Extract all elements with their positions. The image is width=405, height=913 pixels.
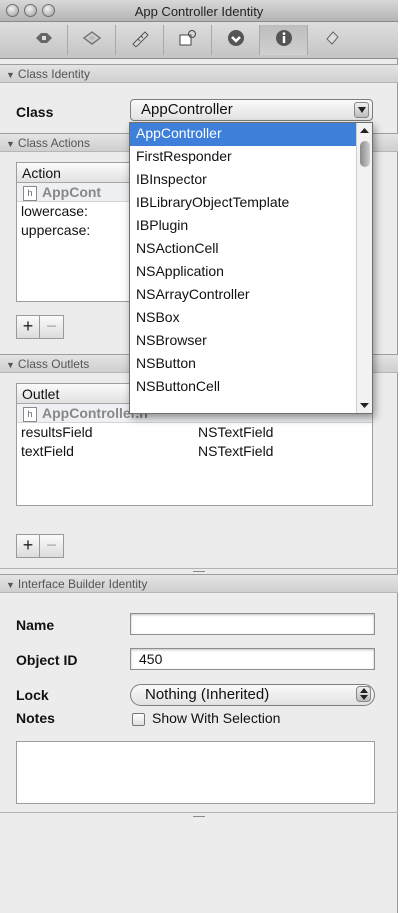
dropdown-item[interactable]: NSApplication [130, 261, 356, 284]
lock-popup-arrows [356, 686, 371, 702]
disclosure-triangle-icon: ▼ [6, 360, 15, 370]
scroll-up-icon [360, 128, 369, 133]
inspector-toolbar [0, 22, 398, 59]
dropdown-scrollbar[interactable] [356, 123, 372, 413]
lock-label: Lock [16, 687, 49, 703]
class-dropdown-list[interactable]: AppController FirstResponder IBInspector… [129, 122, 373, 414]
dropdown-scroll-thumb[interactable] [360, 141, 370, 167]
show-with-selection-checkbox[interactable] [132, 713, 145, 726]
inspector-window: App Controller Identity ▼ Class Identity… [0, 0, 398, 913]
object-id-label: Object ID [16, 652, 78, 668]
outlets-add-remove: + − [16, 534, 64, 558]
bindings-icon [226, 28, 246, 53]
header-file-icon: h [23, 185, 37, 201]
disclosure-triangle-icon: ▼ [6, 580, 15, 590]
add-action-button[interactable]: + [16, 315, 40, 339]
outlet-name[interactable]: resultsField [21, 424, 93, 440]
class-combobox-value: AppController [141, 101, 233, 118]
name-field[interactable] [130, 613, 375, 635]
actions-file-name: AppCont [42, 184, 102, 200]
tab-identity[interactable] [260, 25, 308, 55]
split-divider[interactable] [0, 812, 398, 820]
attributes-icon [33, 30, 55, 51]
window-title: App Controller Identity [134, 4, 264, 19]
class-actions-title: Class Actions [17, 136, 90, 150]
action-row[interactable]: uppercase: [21, 222, 90, 238]
connections-icon [177, 29, 199, 52]
ruler-icon [129, 29, 151, 52]
dropdown-item[interactable]: FirstResponder [130, 146, 356, 169]
outlet-type[interactable]: NSTextField [198, 443, 273, 459]
tab-more[interactable] [308, 25, 356, 55]
dropdown-item[interactable]: NSButton [130, 353, 356, 376]
dropdown-item[interactable]: NSActionCell [130, 238, 356, 261]
class-identity-title: Class Identity [17, 67, 90, 81]
divider-grip [193, 571, 205, 572]
tab-bindings[interactable] [212, 25, 260, 55]
show-with-selection-label[interactable]: Show With Selection [152, 710, 280, 726]
tab-size[interactable] [116, 25, 164, 55]
notes-label: Notes [16, 710, 55, 726]
notes-textarea[interactable] [16, 741, 375, 804]
tab-attributes[interactable] [20, 25, 68, 55]
lock-popup[interactable]: Nothing (Inherited) [130, 684, 375, 706]
name-label: Name [16, 617, 55, 633]
combobox-arrow-button[interactable] [354, 102, 369, 118]
tab-effects[interactable] [68, 25, 116, 55]
object-id-field[interactable]: 450 [130, 648, 375, 670]
outlet-name[interactable]: textField [21, 443, 74, 459]
dropdown-item[interactable]: IBLibraryObjectTemplate [130, 192, 356, 215]
remove-outlet-button[interactable]: − [40, 534, 64, 558]
dropdown-item[interactable]: NSBrowser [130, 330, 356, 353]
remove-action-button[interactable]: − [40, 315, 64, 339]
effects-icon [81, 30, 103, 51]
ib-identity-title: Interface Builder Identity [17, 577, 148, 591]
scroll-down-icon [360, 403, 369, 408]
class-outlets-title: Class Outlets [17, 357, 90, 371]
info-icon [274, 28, 294, 53]
tab-connections[interactable] [164, 25, 212, 55]
dropdown-item[interactable]: IBInspector [130, 169, 356, 192]
class-label: Class [16, 104, 54, 120]
header-file-icon: h [23, 406, 37, 422]
ib-identity-header[interactable]: ▼ Interface Builder Identity [0, 574, 398, 593]
title-bar: App Controller Identity [0, 0, 398, 22]
lock-popup-value: Nothing (Inherited) [145, 686, 270, 703]
actions-add-remove: + − [16, 315, 64, 339]
disclosure-triangle-icon: ▼ [6, 139, 15, 149]
dropdown-item[interactable]: NSButtonCell [130, 376, 356, 399]
chevron-down-icon [357, 107, 366, 113]
dropdown-item[interactable]: AppController [130, 123, 356, 146]
up-down-arrows-icon [359, 688, 368, 700]
class-combobox[interactable]: AppController [130, 99, 373, 121]
action-row[interactable]: lowercase: [21, 203, 88, 219]
disclosure-triangle-icon: ▼ [6, 70, 15, 80]
divider-grip [193, 816, 205, 817]
class-identity-header[interactable]: ▼ Class Identity [0, 64, 398, 83]
more-icon [321, 29, 343, 52]
dropdown-item[interactable]: NSBox [130, 307, 356, 330]
dropdown-item[interactable]: IBPlugin [130, 215, 356, 238]
outlet-type[interactable]: NSTextField [198, 424, 273, 440]
add-outlet-button[interactable]: + [16, 534, 40, 558]
dropdown-item[interactable]: NSArrayController [130, 284, 356, 307]
